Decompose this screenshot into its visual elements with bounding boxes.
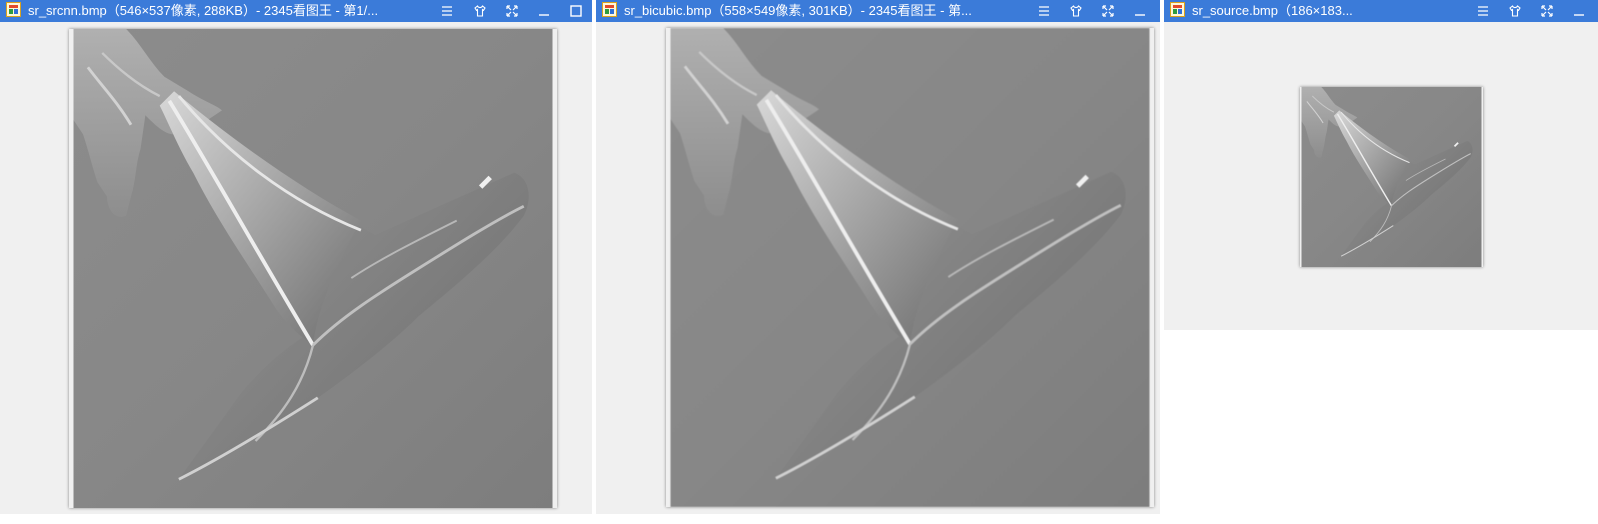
fullscreen-button[interactable] — [496, 0, 528, 22]
app-logo-icon — [602, 2, 617, 17]
viewer-window-source: sr_source.bmp（186×183... — [1164, 0, 1598, 330]
maximize-icon — [570, 5, 582, 17]
shirt-icon — [1070, 5, 1082, 17]
minimize-icon — [1135, 14, 1145, 16]
image-viewport[interactable] — [0, 22, 592, 514]
menu-icon — [1039, 6, 1049, 16]
fullscreen-icon — [506, 5, 518, 17]
maximize-button[interactable] — [560, 0, 592, 22]
skin-button[interactable] — [1060, 0, 1092, 22]
menu-button[interactable] — [1467, 0, 1499, 22]
shirt-icon — [474, 5, 486, 17]
minimize-button[interactable] — [1563, 0, 1595, 22]
skin-button[interactable] — [464, 0, 496, 22]
fullscreen-icon — [1541, 5, 1553, 17]
viewer-window-srcnn: sr_srcnn.bmp（546×537像素, 288KB）- 2345看图王 … — [0, 0, 592, 514]
image-viewport[interactable] — [1164, 22, 1598, 330]
fullscreen-icon — [1102, 5, 1114, 17]
desktop-area — [1164, 330, 1598, 524]
title-bar[interactable]: sr_bicubic.bmp（558×549像素, 301KB）- 2345看图… — [596, 0, 1160, 22]
skin-button[interactable] — [1499, 0, 1531, 22]
title-bar[interactable]: sr_source.bmp（186×183... — [1164, 0, 1598, 22]
title-bar[interactable]: sr_srcnn.bmp（546×537像素, 288KB）- 2345看图王 … — [0, 0, 592, 22]
window-title: sr_bicubic.bmp（558×549像素, 301KB）- 2345看图… — [624, 3, 972, 18]
menu-button[interactable] — [1028, 0, 1060, 22]
image-source[interactable] — [1300, 87, 1483, 267]
fullscreen-button[interactable] — [1531, 0, 1563, 22]
window-controls — [1467, 0, 1595, 22]
image-srcnn[interactable] — [69, 29, 557, 508]
menu-button[interactable] — [431, 0, 463, 22]
window-title: sr_srcnn.bmp（546×537像素, 288KB）- 2345看图王 … — [28, 3, 379, 18]
viewer-window-bicubic: sr_bicubic.bmp（558×549像素, 301KB）- 2345看图… — [596, 0, 1160, 514]
image-bicubic[interactable] — [666, 28, 1154, 507]
window-title: sr_source.bmp（186×183... — [1192, 3, 1353, 18]
app-logo-icon — [1170, 2, 1185, 17]
minimize-icon — [1574, 14, 1584, 16]
fullscreen-button[interactable] — [1092, 0, 1124, 22]
window-controls — [431, 0, 592, 22]
menu-icon — [1478, 6, 1488, 16]
minimize-button[interactable] — [528, 0, 560, 22]
minimize-button[interactable] — [1124, 0, 1156, 22]
image-viewport[interactable] — [596, 22, 1160, 514]
window-controls — [1028, 0, 1156, 22]
shirt-icon — [1509, 5, 1521, 17]
menu-icon — [442, 6, 452, 16]
app-logo-icon — [6, 2, 21, 17]
minimize-icon — [539, 14, 549, 16]
